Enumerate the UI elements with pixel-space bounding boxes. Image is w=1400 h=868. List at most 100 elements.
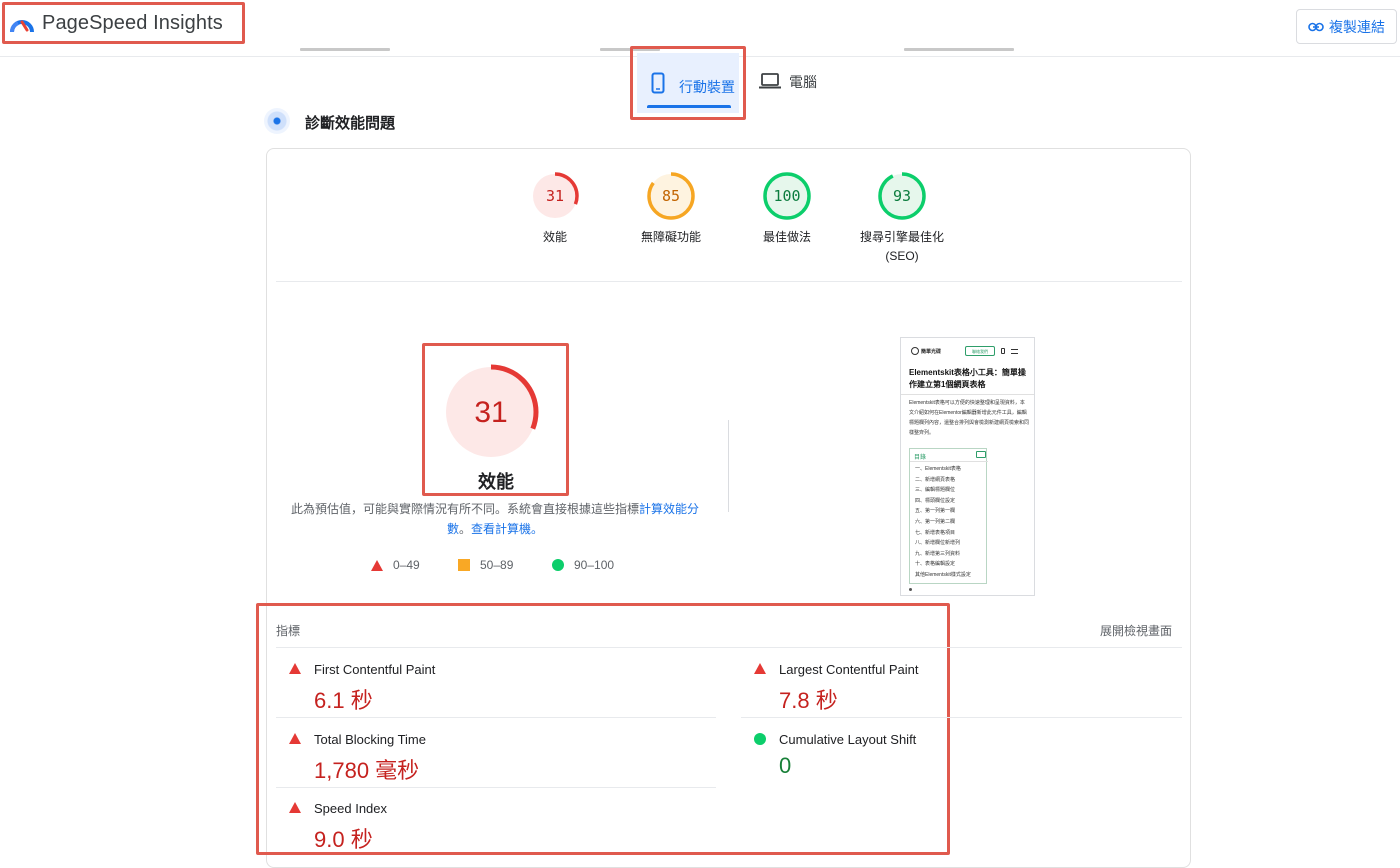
legend-pass: 90–100 [552, 558, 614, 572]
toc-item: 三、編輯標題欄位 [915, 487, 956, 494]
performance-label: 效能 [478, 472, 514, 492]
score-value: 85 [662, 187, 680, 205]
toc-item: 九、新增第三列資料 [915, 550, 961, 557]
legend-average: 50–89 [458, 558, 513, 572]
thumb-contact-button: 聯絡我們 [965, 346, 995, 356]
tab-mobile-highlight: 行動裝置 [630, 46, 746, 120]
score-value: 31 [546, 187, 564, 205]
score-gauge-best-practices[interactable]: 100 最佳做法 [722, 171, 852, 247]
toc-item: 六、第一列第二欄 [915, 518, 956, 525]
metric-fcp[interactable]: First Contentful Paint 6.1 秒 [277, 659, 697, 723]
legend-fail: 0–49 [371, 558, 420, 572]
section-title: 診斷效能問題 [305, 115, 396, 132]
fail-triangle-icon [289, 733, 301, 744]
toc-item: 四、標頭欄位設定 [915, 497, 956, 504]
estimate-note-text: 此為預估值，可能與實際情況有所不同。系統會直接根據這些指標 [290, 502, 639, 516]
gauge-ring: 93 [878, 172, 926, 220]
score-label: 最佳做法 [762, 230, 811, 244]
score-value: 93 [893, 187, 911, 205]
metric-lcp[interactable]: Largest Contentful Paint 7.8 秒 [742, 659, 1162, 723]
note-separator: 。 [458, 522, 471, 536]
thumb-divider [901, 394, 1034, 395]
metric-value: 1,780 毫秒 [314, 758, 420, 783]
vertical-separator [728, 420, 729, 512]
metric-name: Cumulative Layout Shift [779, 732, 917, 747]
link-icon [1308, 22, 1324, 31]
score-label: 效能 [542, 230, 567, 244]
copy-link-label: 複製連結 [1329, 18, 1385, 35]
pagespeed-logo-icon [10, 20, 34, 33]
metric-value: 0 [779, 753, 792, 778]
tab-desktop-label: 電腦 [789, 74, 817, 90]
metric-value: 6.1 秒 [314, 688, 373, 713]
score-label-sub: (SEO) [885, 249, 919, 263]
score-gauge-accessibility[interactable]: 85 無障礙功能 [606, 171, 736, 247]
metric-value: 7.8 秒 [779, 688, 838, 713]
toc-item: 五、第一列第一欄 [915, 508, 956, 515]
thumb-toc-box: 目錄 一、Elementskit表格 二、新增網頁表格 三、編輯標題欄位 四、標… [909, 448, 988, 584]
fail-triangle-icon [754, 663, 766, 674]
fail-triangle-icon [289, 802, 301, 813]
score-gauge-seo[interactable]: 93 搜尋引擎最佳化 (SEO) [837, 171, 967, 266]
legend-range: 50–89 [480, 558, 514, 572]
tab-desktop[interactable]: 電腦 [757, 68, 827, 94]
legend-range: 0–49 [393, 558, 420, 572]
note-end: 。 [531, 522, 544, 536]
pass-circle-icon [754, 733, 766, 745]
thumb-scroll-dot [909, 588, 912, 591]
metric-speed-index[interactable]: Speed Index 9.0 秒 [277, 798, 697, 862]
circle-icon [552, 559, 564, 571]
gauge-ring: 100 [763, 172, 811, 220]
gauge-ring: 31 [531, 172, 579, 220]
tab-mobile[interactable]: 行動裝置 [637, 53, 739, 113]
diagnose-icon [264, 108, 290, 134]
thumb-menu-icon [1011, 349, 1018, 354]
expand-view-toggle[interactable]: 展開檢視畫面 [1100, 622, 1172, 639]
divider [276, 281, 1182, 282]
thumb-toc-title: 目錄 [914, 455, 927, 461]
thumb-site-name: 簡單光碟 [921, 349, 942, 355]
thumb-toc-divider [910, 461, 988, 462]
toc-item: 八、新增欄位新增列 [915, 540, 961, 547]
score-label: 搜尋引擎最佳化 (SEO) [837, 228, 967, 266]
metric-name: Total Blocking Time [314, 732, 426, 747]
estimate-note: 此為預估值，可能與實際情況有所不同。系統會直接根據這些指標計算效能分數。查看計算… [290, 499, 700, 539]
thumb-body: Elementskit表格可以方便的快速整理和呈現資料，本文介紹如何在Eleme… [909, 400, 1030, 436]
fail-triangle-icon [289, 663, 301, 674]
metrics-divider [276, 647, 1182, 648]
page-screenshot-thumbnail[interactable]: 簡單光碟 聯絡我們 Elementskit表格小工具：簡單操作建立第1個網頁表格… [900, 337, 1035, 596]
active-tab-indicator [647, 105, 731, 108]
square-icon [458, 559, 470, 571]
calculator-link[interactable]: 查看計算機 [471, 522, 531, 536]
performance-score-value: 31 [474, 396, 507, 429]
thumb-toc-list: 一、Elementskit表格 二、新增網頁表格 三、編輯標題欄位 四、標頭欄位… [915, 464, 987, 581]
performance-big-gauge: 31 [443, 364, 539, 460]
triangle-icon [371, 559, 383, 571]
legend-range: 90–100 [574, 558, 615, 572]
toc-item: 十、表格編輯設定 [915, 561, 956, 568]
tab-mobile-label: 行動裝置 [679, 79, 735, 95]
metrics-heading: 指標 [276, 624, 301, 638]
metric-name: Largest Contentful Paint [779, 662, 919, 677]
thumb-toc-toggle-icon [976, 451, 986, 458]
metric-value: 9.0 秒 [314, 827, 373, 852]
toc-item: 一、Elementskit表格 [915, 466, 961, 472]
gauge-ring: 85 [647, 172, 695, 220]
laptop-icon [759, 73, 781, 89]
thumb-heading: Elementskit表格小工具：簡單操作建立第1個網頁表格 [909, 368, 1026, 389]
metric-name: First Contentful Paint [314, 662, 436, 677]
metric-cls[interactable]: Cumulative Layout Shift 0 [742, 729, 1162, 793]
toc-item: 其他Elementskit樣式設定 [915, 571, 971, 578]
metric-tbt[interactable]: Total Blocking Time 1,780 毫秒 [277, 729, 697, 793]
score-label-main: 搜尋引擎最佳化 [859, 230, 944, 244]
app-title[interactable]: PageSpeed Insights [42, 12, 223, 35]
site-logo-icon [911, 347, 919, 355]
thumb-lock-icon [1001, 348, 1005, 354]
copy-link-button[interactable]: 複製連結 [1296, 9, 1397, 44]
metric-name: Speed Index [314, 801, 388, 816]
smartphone-icon [651, 72, 665, 94]
toc-item: 七、新增表格項目 [915, 529, 956, 536]
score-value: 100 [773, 187, 800, 205]
score-label: 無障礙功能 [640, 230, 701, 244]
score-gauge-performance[interactable]: 31 效能 [490, 171, 620, 247]
